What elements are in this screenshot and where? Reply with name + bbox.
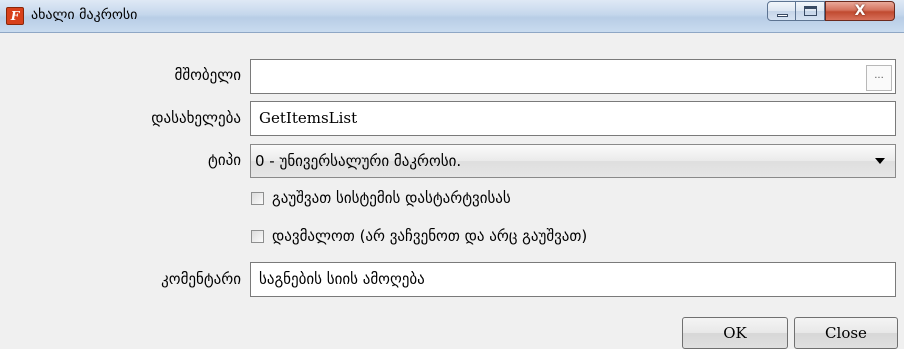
run-on-startup-label[interactable]: გაუშვათ სისტემის დასტარტვისას [272, 189, 511, 207]
chevron-down-icon [875, 158, 885, 164]
title-bar[interactable]: F ახალი მაკროსი X [0, 0, 904, 33]
close-button[interactable]: Close [794, 317, 898, 349]
type-label: ტიპი [208, 151, 241, 169]
window-title: ახალი მაკროსი [31, 7, 138, 23]
app-icon: F [6, 7, 24, 25]
minimize-button[interactable] [767, 1, 796, 21]
run-on-startup-checkbox[interactable] [251, 192, 264, 205]
comment-value: საგნების სიის ამოღება [259, 270, 425, 288]
type-dropdown[interactable]: 0 - უნივერსალური მაკროსი. [250, 144, 896, 178]
minimize-icon [777, 14, 788, 17]
hide-checkbox[interactable] [251, 230, 264, 243]
name-value: GetItemsList [259, 109, 358, 127]
comment-field[interactable]: საგნების სიის ამოღება [250, 262, 896, 297]
comment-label: კომენტარი [161, 270, 241, 288]
hide-label[interactable]: დავმალოთ (არ ვაჩვენოთ და არც გაუშვათ) [272, 227, 587, 245]
parent-field[interactable]: ... [250, 59, 896, 94]
browse-parent-button[interactable]: ... [866, 65, 892, 91]
type-selected-value: 0 - უნივერსალური მაკროსი. [255, 152, 462, 170]
close-window-button[interactable]: X [825, 1, 895, 21]
close-icon: X [854, 3, 866, 19]
parent-label: მშობელი [174, 66, 241, 84]
name-label: დასახელება [151, 109, 241, 127]
dialog-window: F ახალი მაკროსი X მშობელი ... დასახელება… [0, 0, 904, 349]
name-field[interactable]: GetItemsList [250, 101, 896, 136]
maximize-button[interactable] [796, 1, 825, 21]
maximize-icon [804, 6, 817, 16]
ok-button[interactable]: OK [682, 317, 788, 349]
